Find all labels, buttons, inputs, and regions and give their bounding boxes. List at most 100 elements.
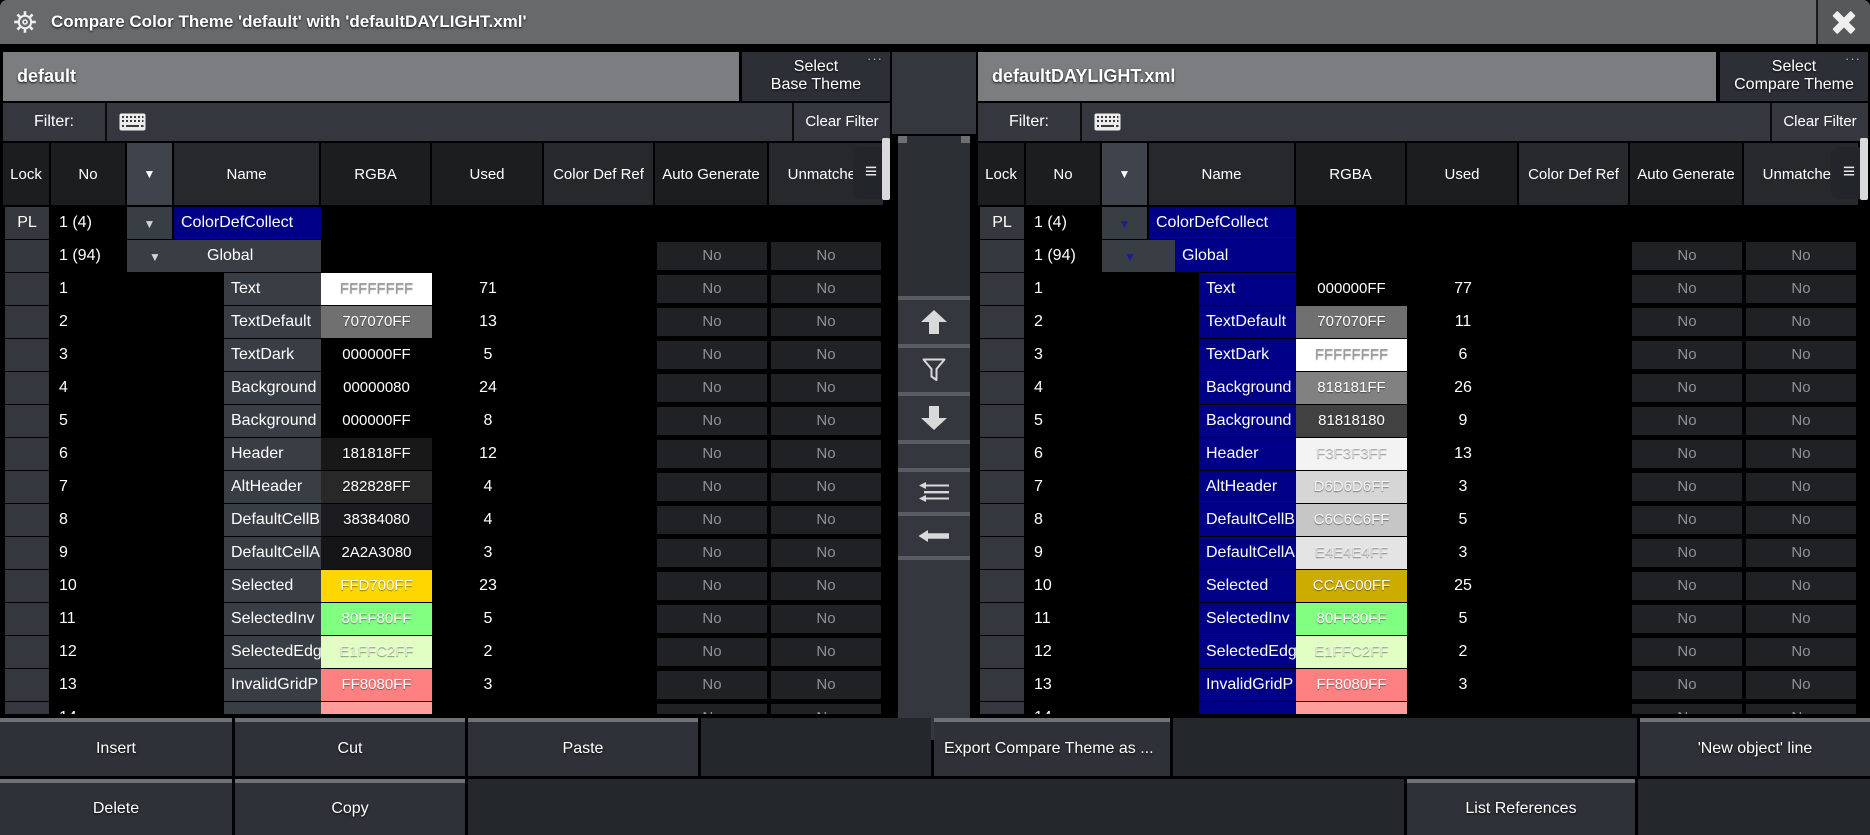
cell-no[interactable]: 1 bbox=[51, 273, 125, 305]
cell-used[interactable]: 5 bbox=[1407, 504, 1519, 536]
cell-unmatched[interactable]: No bbox=[771, 506, 881, 534]
cell-unmatched[interactable]: No bbox=[1746, 572, 1856, 600]
close-button[interactable] bbox=[1816, 0, 1870, 44]
cell-no[interactable]: 11 bbox=[1026, 603, 1100, 635]
cell-lock[interactable] bbox=[980, 702, 1024, 714]
cell-rgba-swatch[interactable]: 000000FF bbox=[321, 405, 432, 437]
cell-name[interactable]: Background bbox=[1199, 405, 1296, 437]
cell-lock[interactable] bbox=[5, 669, 49, 701]
column-header[interactable]: Color Def Ref bbox=[1519, 143, 1628, 205]
column-header[interactable]: RGBA bbox=[1296, 143, 1405, 205]
cell-no[interactable]: 1 (4) bbox=[51, 207, 125, 239]
copy-button[interactable]: Copy bbox=[235, 779, 465, 835]
cell-lock[interactable] bbox=[980, 405, 1024, 437]
cell-lock[interactable] bbox=[5, 438, 49, 470]
cell-unmatched[interactable]: No bbox=[771, 440, 881, 468]
column-header[interactable]: RGBA bbox=[321, 143, 430, 205]
cell-rgba-swatch[interactable]: E1FFC2FF bbox=[1296, 636, 1407, 668]
cell-name[interactable]: Text bbox=[1199, 273, 1296, 305]
cell-no[interactable]: 5 bbox=[51, 405, 125, 437]
cell-no[interactable]: 6 bbox=[1026, 438, 1100, 470]
cell-auto-generate[interactable]: No bbox=[1632, 275, 1742, 303]
cell-no[interactable]: 8 bbox=[1026, 504, 1100, 536]
cell-used[interactable]: 4 bbox=[432, 471, 544, 503]
cell-rgba-swatch[interactable]: FF8080FF bbox=[1296, 669, 1407, 701]
cell-lock[interactable] bbox=[5, 570, 49, 602]
cell-rgba-swatch[interactable]: FFFFFFFF bbox=[321, 273, 432, 305]
cell-name[interactable]: InvalidGridP bbox=[224, 669, 321, 701]
cell-no[interactable]: 4 bbox=[51, 372, 125, 404]
filter-input[interactable] bbox=[107, 103, 792, 141]
cell-no[interactable]: 3 bbox=[1026, 339, 1100, 371]
cell-lock[interactable] bbox=[5, 603, 49, 635]
cell-unmatched[interactable]: No bbox=[1746, 242, 1856, 270]
cell-no[interactable]: 1 (4) bbox=[1026, 207, 1100, 239]
cell-lock[interactable] bbox=[980, 339, 1024, 371]
copy-all-to-base-button[interactable] bbox=[898, 468, 970, 512]
cell-unmatched[interactable]: No bbox=[1746, 440, 1856, 468]
export-compare-theme-button[interactable]: Export Compare Theme as ... bbox=[934, 718, 1170, 776]
cell-name[interactable]: TextDefault bbox=[1199, 306, 1296, 338]
copy-to-base-button[interactable] bbox=[898, 512, 970, 556]
cell-used[interactable]: 13 bbox=[432, 306, 544, 338]
cell-used[interactable]: 3 bbox=[432, 669, 544, 701]
cell-unmatched[interactable]: No bbox=[771, 638, 881, 666]
cell-auto-generate[interactable]: No bbox=[657, 308, 767, 336]
cell-auto-generate[interactable]: No bbox=[657, 440, 767, 468]
cell-auto-generate[interactable]: No bbox=[1632, 308, 1742, 336]
cell-auto-generate[interactable]: No bbox=[1632, 572, 1742, 600]
cell-rgba-swatch[interactable]: D6D6D6FF bbox=[1296, 471, 1407, 503]
cell-name[interactable]: TextDark bbox=[224, 339, 321, 371]
column-header[interactable]: Color Def Ref bbox=[544, 143, 653, 205]
cell-rgba-swatch[interactable]: 000000FF bbox=[1296, 273, 1407, 305]
cell-unmatched[interactable]: No bbox=[771, 374, 881, 402]
cell-used[interactable]: 5 bbox=[432, 603, 544, 635]
cell-used[interactable]: 9 bbox=[1407, 405, 1519, 437]
cell-rgba-swatch[interactable] bbox=[1296, 702, 1407, 714]
expander-arrow[interactable]: ▼ bbox=[1102, 207, 1147, 239]
column-header[interactable]: Lock bbox=[978, 143, 1024, 205]
cell-rgba-swatch[interactable]: C6C6C6FF bbox=[1296, 504, 1407, 536]
cell-unmatched[interactable]: No bbox=[1746, 506, 1856, 534]
cell-unmatched[interactable]: No bbox=[771, 539, 881, 567]
cell-auto-generate[interactable]: No bbox=[1632, 242, 1742, 270]
cell-name[interactable]: Background bbox=[224, 405, 321, 437]
cell-used[interactable]: 77 bbox=[1407, 273, 1519, 305]
cell-no[interactable]: 14 bbox=[1026, 702, 1100, 714]
cell-auto-generate[interactable]: No bbox=[1632, 671, 1742, 699]
cell-auto-generate[interactable]: No bbox=[1632, 374, 1742, 402]
cell-no[interactable]: 9 bbox=[51, 537, 125, 569]
cell-name[interactable]: AltHeader bbox=[1199, 471, 1296, 503]
cell-rgba-swatch[interactable]: 707070FF bbox=[1296, 306, 1407, 338]
move-down-button[interactable] bbox=[898, 392, 970, 440]
expander-arrow[interactable]: ▼ bbox=[127, 240, 200, 272]
column-header[interactable]: Used bbox=[1407, 143, 1517, 205]
cell-no[interactable]: 12 bbox=[1026, 636, 1100, 668]
cell-name[interactable]: Background bbox=[1199, 372, 1296, 404]
cell-unmatched[interactable]: No bbox=[771, 308, 881, 336]
cell-auto-generate[interactable]: No bbox=[657, 704, 767, 714]
cell-name[interactable]: DefaultCellA bbox=[1199, 537, 1296, 569]
cell-used[interactable]: 13 bbox=[1407, 438, 1519, 470]
cell-unmatched[interactable]: No bbox=[1746, 704, 1856, 714]
cell-no[interactable]: 11 bbox=[51, 603, 125, 635]
cell-rgba-swatch[interactable]: F3F3F3FF bbox=[1296, 438, 1407, 470]
cell-lock[interactable] bbox=[980, 471, 1024, 503]
cell-unmatched[interactable]: No bbox=[771, 704, 881, 714]
cell-lock[interactable] bbox=[5, 504, 49, 536]
cell-rgba-swatch[interactable]: CCAC00FF bbox=[1296, 570, 1407, 602]
cell-used[interactable]: 5 bbox=[1407, 603, 1519, 635]
cell-used[interactable]: 24 bbox=[432, 372, 544, 404]
cell-auto-generate[interactable]: No bbox=[1632, 407, 1742, 435]
cell-no[interactable]: 2 bbox=[51, 306, 125, 338]
cell-lock[interactable] bbox=[5, 636, 49, 668]
cell-rgba-swatch[interactable]: 80FF80FF bbox=[321, 603, 432, 635]
cell-rgba-swatch[interactable]: 707070FF bbox=[321, 306, 432, 338]
cell-no[interactable]: 1 (94) bbox=[51, 240, 125, 272]
cell-lock[interactable] bbox=[5, 339, 49, 371]
cell-rgba-swatch[interactable]: 000000FF bbox=[321, 339, 432, 371]
cell-unmatched[interactable]: No bbox=[771, 473, 881, 501]
cell-lock[interactable] bbox=[5, 471, 49, 503]
cell-rgba-swatch[interactable]: 81818180 bbox=[1296, 405, 1407, 437]
cell-used[interactable]: 2 bbox=[432, 636, 544, 668]
